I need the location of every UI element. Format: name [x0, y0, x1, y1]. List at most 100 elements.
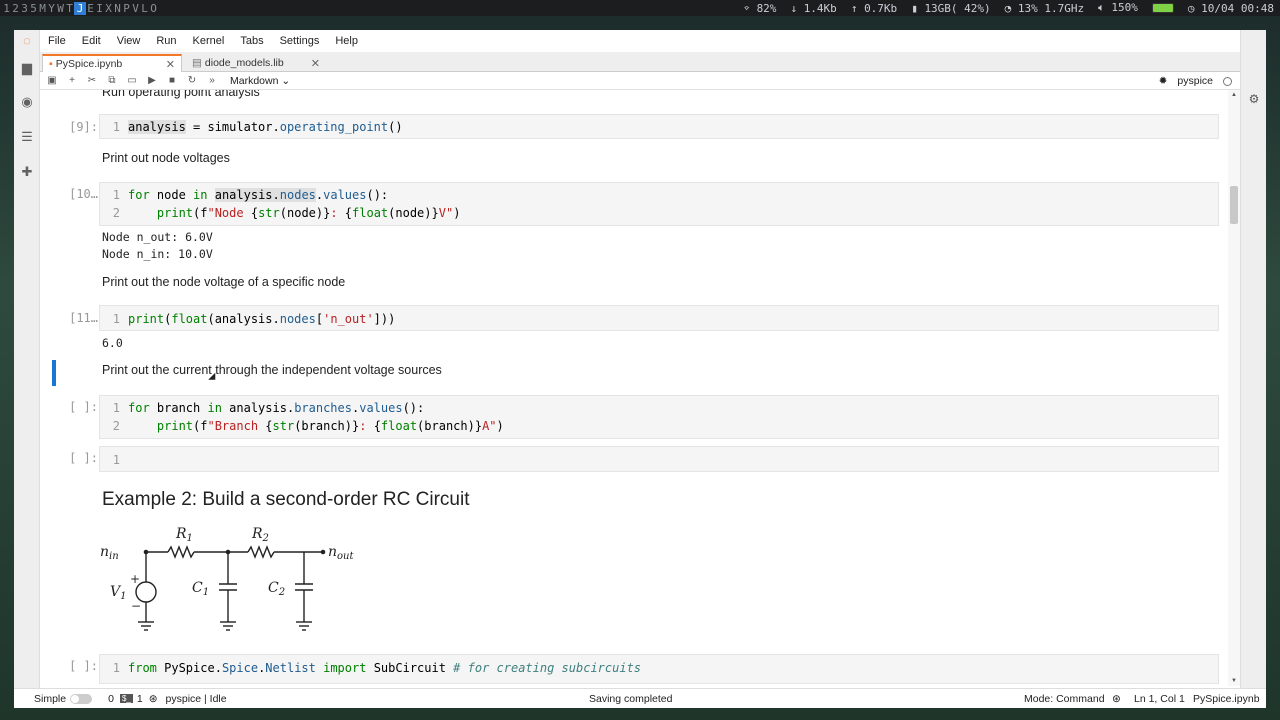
code-cell[interactable]: 1 print(float(analysis.nodes['n_out'])): [99, 305, 1219, 331]
close-icon[interactable]: ✕: [166, 58, 175, 71]
status-bar: Simple 0 $_ 1 ⊛ pyspice | Idle Saving co…: [14, 688, 1266, 708]
workspace-t[interactable]: T: [65, 2, 74, 15]
kernel-name: pyspice: [1177, 75, 1213, 87]
menu-run[interactable]: Run: [148, 35, 184, 47]
workspace-p[interactable]: P: [122, 2, 131, 15]
menu-settings[interactable]: Settings: [272, 35, 328, 47]
workspace-x[interactable]: X: [104, 2, 113, 15]
markdown-cell[interactable]: Print out the current through the indepe…: [102, 363, 442, 377]
stop-icon[interactable]: ■: [162, 75, 182, 86]
run-icon[interactable]: ▶: [142, 75, 162, 86]
jupyter-logo-icon: ◌: [23, 33, 31, 48]
tab-label: diode_models.lib: [204, 57, 284, 69]
workspace-5[interactable]: 5: [29, 2, 38, 15]
workspace-2[interactable]: 2: [11, 2, 20, 15]
menu-tabs[interactable]: Tabs: [232, 35, 271, 47]
system-status-bar: 1235MYWTJEIXNPVLO ⌔ 82% ↓ 1.4Kb ↑ 0.7Kb …: [0, 0, 1280, 16]
copy-icon[interactable]: ⧉: [102, 75, 122, 86]
markdown-cell: Print out node voltages: [102, 151, 230, 165]
svg-text:+: +: [130, 572, 140, 586]
code-cell[interactable]: 1 analysis = simulator.operating_point(): [99, 114, 1219, 139]
kernel-icon: ⊛: [148, 692, 158, 705]
workspace-y[interactable]: Y: [47, 2, 56, 15]
workspace-switcher[interactable]: 1235MYWTJEIXNPVLO: [0, 1, 158, 15]
workspace-m[interactable]: M: [38, 2, 47, 15]
notebook-scrollbar[interactable]: ▲ ▼: [1228, 90, 1240, 686]
simple-mode-toggle[interactable]: [70, 693, 93, 704]
workspace-l[interactable]: L: [140, 2, 149, 15]
tab-pyspice-notebook[interactable]: ▪ PySpice.ipynb ✕: [42, 54, 182, 72]
code-cell[interactable]: 1 for node in analysis.nodes.values(): 2 …: [99, 182, 1219, 226]
svg-text:R1: R1: [175, 526, 193, 544]
running-icon[interactable]: ◉: [19, 94, 35, 110]
extension-icon[interactable]: ✚: [19, 164, 35, 180]
code-cell[interactable]: 1 from PySpice.Spice.Netlist import SubCi…: [99, 654, 1219, 684]
tab-label: PySpice.ipynb: [55, 58, 123, 70]
terminal-count[interactable]: 0: [108, 693, 114, 705]
svg-text:nout: nout: [328, 544, 354, 562]
svg-text:R2: R2: [251, 526, 269, 544]
workspace-j[interactable]: J: [74, 1, 86, 15]
workspace-e[interactable]: E: [86, 2, 95, 15]
workspace-v[interactable]: V: [131, 2, 140, 15]
markdown-cell: Print out the node voltage of a specific…: [102, 275, 346, 289]
svg-text:C2: C2: [268, 580, 285, 598]
cell-output: Node n_out: 6.0V Node n_in: 10.0V: [102, 230, 213, 261]
cell-type-select[interactable]: Markdown ⌄: [230, 75, 290, 87]
system-indicators: ⌔ 82% ↓ 1.4Kb ↑ 0.7Kb ▮ 13GB( 42%) ◔ 13%…: [743, 0, 1274, 16]
scroll-up-arrow[interactable]: ▲: [1228, 90, 1240, 100]
section-heading: Example 2: Build a second-order RC Circu…: [102, 489, 470, 510]
cell-prompt: [ ]:: [69, 400, 98, 414]
upload-indicator: ↑ 0.7Kb: [850, 1, 898, 15]
menu-kernel[interactable]: Kernel: [185, 35, 233, 47]
property-inspector-icon[interactable]: ⚙: [1246, 92, 1262, 108]
bug-icon[interactable]: ✹: [1159, 75, 1168, 87]
markdown-cell: Run operating point analysis: [102, 90, 260, 99]
code-cell[interactable]: 1 for branch in analysis.branches.values(…: [99, 395, 1219, 439]
restart-icon[interactable]: ↻: [182, 75, 202, 86]
workspace-w[interactable]: W: [56, 2, 65, 15]
workspace-n[interactable]: N: [113, 2, 122, 15]
cut-icon[interactable]: ✂: [82, 75, 102, 86]
left-sidebar: ◌ ▆ ◉ ☰ ✚: [14, 30, 40, 708]
notebook-panel[interactable]: Run operating point analysis [9]: 1 analy…: [40, 90, 1240, 686]
code-cell[interactable]: 1: [99, 446, 1219, 472]
menu-view[interactable]: View: [109, 35, 149, 47]
active-cell-indicator: [52, 360, 56, 386]
scroll-down-arrow[interactable]: ▼: [1228, 676, 1240, 686]
kernel-indicator[interactable]: ✹ pyspice: [1159, 72, 1232, 90]
toc-icon[interactable]: ☰: [19, 129, 35, 145]
cell-prompt: [9]:: [69, 120, 98, 134]
kernel-status[interactable]: pyspice | Idle: [166, 693, 227, 705]
paste-icon[interactable]: ▭: [122, 75, 142, 86]
download-indicator: ↓ 1.4Kb: [790, 1, 837, 15]
scrollbar-thumb[interactable]: [1230, 186, 1238, 224]
workspace-i[interactable]: I: [95, 2, 104, 15]
tab-diode-models[interactable]: ▤ diode_models.lib ✕: [186, 54, 326, 72]
fast-forward-icon[interactable]: »: [202, 75, 222, 86]
workspace-1[interactable]: 1: [2, 2, 11, 15]
folder-icon[interactable]: ▆: [19, 60, 35, 76]
workspace-o[interactable]: O: [149, 2, 158, 15]
save-status: Saving completed: [589, 692, 673, 705]
cursor-position[interactable]: Ln 1, Col 1: [1134, 693, 1185, 705]
volume-indicator: 🔈︎ 150%: [1098, 1, 1138, 14]
clock: ◷ 10/04 00:48: [1187, 1, 1274, 15]
save-icon[interactable]: ▣: [42, 75, 62, 86]
menu-edit[interactable]: Edit: [74, 35, 109, 47]
jupyterlab-window: ◌ ▆ ◉ ☰ ✚ File Edit View Run Kernel Tabs…: [14, 30, 1266, 708]
menu-help[interactable]: Help: [327, 35, 366, 47]
svg-text:nin: nin: [100, 544, 119, 562]
terminal-icon: $_: [119, 694, 133, 703]
svg-text:C1: C1: [192, 580, 209, 598]
svg-text:−: −: [131, 599, 141, 613]
workspace-3[interactable]: 3: [20, 2, 29, 15]
current-file: PySpice.ipynb: [1193, 692, 1260, 705]
add-cell-icon[interactable]: +: [62, 75, 82, 86]
cell-prompt: [11…: [69, 311, 98, 325]
close-icon[interactable]: ✕: [311, 57, 320, 70]
svg-text:V1: V1: [110, 584, 127, 602]
kernel-count[interactable]: 1: [137, 693, 143, 705]
menu-file[interactable]: File: [40, 35, 74, 47]
cell-prompt: [ ]:: [69, 451, 98, 465]
